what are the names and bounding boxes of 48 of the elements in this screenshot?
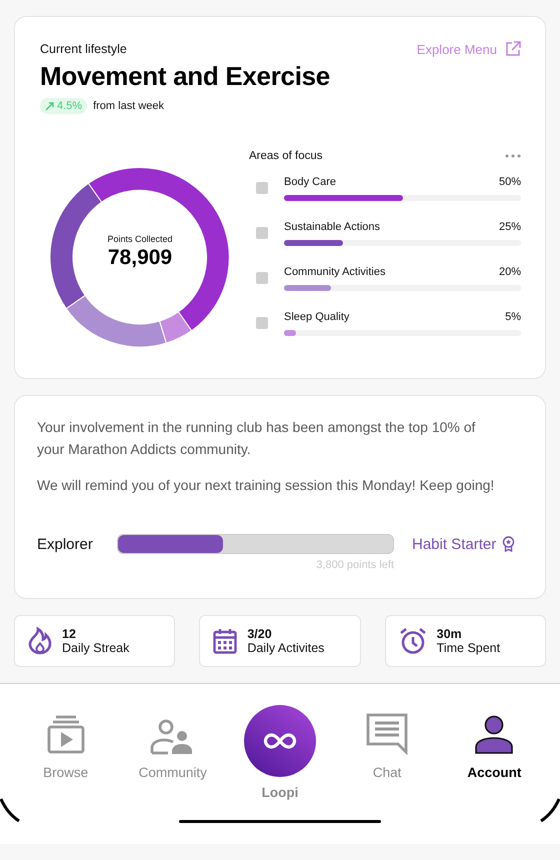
trend-caption: from last week [93, 100, 164, 112]
stat-value: 12 [62, 627, 77, 641]
nav-tab[interactable]: Chat [337, 700, 438, 780]
area-label: Sustainable Actions [284, 221, 380, 233]
loopi-logo-icon [244, 705, 316, 777]
area-percent: 25% [498, 221, 521, 233]
area-label: Sleep Quality [284, 311, 350, 323]
device-corner-drawing [540, 798, 560, 822]
area-percent: 20% [498, 266, 521, 278]
checkbox[interactable] [256, 182, 268, 194]
external-link-icon [505, 41, 521, 57]
area-percent: 5% [505, 311, 521, 323]
area-percent: 50% [498, 176, 521, 188]
flame-icon [28, 627, 52, 655]
calendar-icon [213, 628, 238, 654]
area-label: Body Care [284, 176, 336, 188]
trend-badge: 4.5% [40, 98, 88, 114]
stat-label: Time Spent [436, 641, 500, 655]
account-icon [473, 715, 516, 755]
next-level-link[interactable]: Habit Starter [412, 536, 516, 552]
message-paragraph: We will remind you of your next training session this Monday! Keep going! [37, 476, 496, 495]
stat-value: 30m [436, 627, 463, 641]
chat-icon [366, 713, 408, 755]
focus-title: Areas of focus [249, 150, 323, 162]
stat-label: Daily Streak [62, 641, 130, 655]
video-library-icon [46, 715, 86, 755]
message-paragraph: Your involvement in the running club has been amongst the top 10% of your Marathon Addicts community. [37, 418, 476, 459]
points-label: Points Collected [107, 234, 173, 244]
stat-value: 3/20 [247, 627, 273, 641]
section-title: Movement and Exercise [40, 61, 331, 92]
checkbox[interactable] [256, 227, 268, 239]
nav-tab[interactable]: Browse [16, 700, 116, 780]
trend-arrow-icon [45, 102, 54, 110]
eyebrow-label: Current lifestyle [40, 42, 127, 56]
checkbox[interactable] [256, 317, 268, 329]
award-icon [502, 536, 516, 552]
nav-tab[interactable]: Account [444, 700, 544, 780]
more-icon[interactable] [505, 154, 521, 158]
nav-tab[interactable]: Community [122, 700, 223, 780]
points-value: 78,909 [108, 246, 172, 270]
alarm-clock-icon [398, 628, 427, 654]
nav-tab[interactable]: Loopi [230, 700, 330, 800]
explore-menu-link[interactable]: Explore Menu [416, 41, 521, 57]
stat-label: Daily Activites [247, 641, 324, 655]
current-level-label: Explorer [37, 536, 94, 552]
device-corner-drawing [0, 798, 20, 822]
area-label: Community Activities [284, 266, 386, 278]
checkbox[interactable] [256, 272, 268, 284]
